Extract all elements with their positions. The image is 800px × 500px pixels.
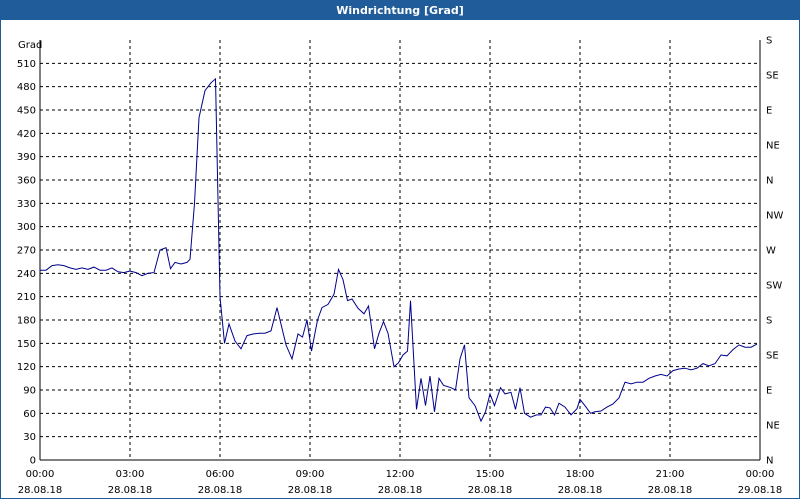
y-tick-label: 90 (23, 386, 36, 397)
grid-layer (40, 40, 760, 460)
y-right-tick-label: S (766, 36, 772, 47)
y-tick-label: 270 (17, 246, 36, 257)
x-tick-date: 29.08.18 (738, 485, 783, 496)
x-tick-date: 28.08.18 (558, 485, 603, 496)
y-right-tick-label: NW (766, 211, 783, 222)
y-right-tick-label: S (766, 316, 772, 327)
x-tick-time: 06:00 (206, 469, 235, 480)
y-tick-label: 60 (23, 409, 36, 420)
y-tick-label: 120 (17, 362, 36, 373)
y-right-tick-label: SE (766, 351, 779, 362)
y-tick-label: 210 (17, 292, 36, 303)
y-tick-label: 330 (17, 199, 36, 210)
y-tick-label: 420 (17, 129, 36, 140)
y-right-tick-label: E (766, 386, 772, 397)
y-right-tick-label: W (766, 246, 776, 257)
y-tick-label: 360 (17, 176, 36, 187)
x-tick-date: 28.08.18 (18, 485, 63, 496)
y-tick-label: 240 (17, 269, 36, 280)
x-tick-time: 03:00 (116, 469, 145, 480)
y-tick-label: 390 (17, 152, 36, 163)
y-axis-label: Grad (18, 40, 42, 51)
x-tick-time: 00:00 (746, 469, 775, 480)
x-tick-time: 18:00 (566, 469, 595, 480)
y-tick-label: 0 (30, 456, 36, 467)
y-tick-label: 180 (17, 316, 36, 327)
x-tick-date: 28.08.18 (198, 485, 243, 496)
y-tick-label: 150 (17, 339, 36, 350)
y-right-tick-label: NE (766, 421, 780, 432)
y-right-tick-label: N (766, 176, 773, 187)
y-right-tick-label: N (766, 456, 773, 467)
y-tick-label: 510 (17, 59, 36, 70)
x-tick-time: 21:00 (656, 469, 685, 480)
y-tick-label: 300 (17, 222, 36, 233)
x-tick-time: 00:00 (26, 469, 55, 480)
x-tick-date: 28.08.18 (288, 485, 333, 496)
x-tick-time: 12:00 (386, 469, 415, 480)
x-tick-date: 28.08.18 (468, 485, 513, 496)
y-right-tick-label: E (766, 106, 772, 117)
series-layer (40, 77, 758, 423)
y-tick-label: 450 (17, 106, 36, 117)
x-tick-time: 15:00 (476, 469, 505, 480)
y-tick-label: 30 (23, 432, 36, 443)
x-tick-date: 28.08.18 (648, 485, 693, 496)
y-right-tick-label: SE (766, 71, 779, 82)
y-right-tick-label: SW (766, 281, 782, 292)
x-tick-date: 28.08.18 (108, 485, 153, 496)
x-tick-date: 28.08.18 (378, 485, 423, 496)
y-right-tick-label: NE (766, 141, 780, 152)
y-tick-label: 480 (17, 82, 36, 93)
x-tick-time: 09:00 (296, 469, 325, 480)
wind-direction-series-line (40, 77, 758, 423)
wind-direction-chart: 0 30 60 90 120 150 180 210 240 270 300 330 360 390 420… (17, 36, 784, 497)
